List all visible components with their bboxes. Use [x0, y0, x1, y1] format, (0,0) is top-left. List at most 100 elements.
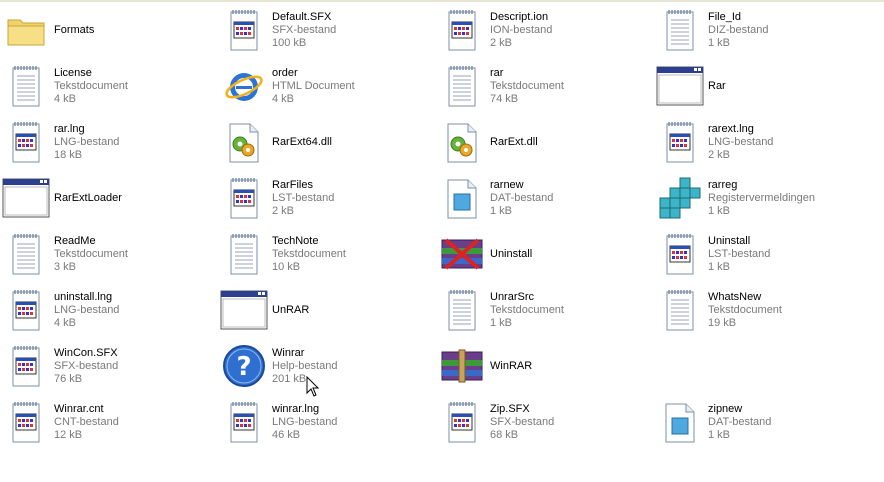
file-item[interactable]: ? Winrar Help-bestand 201 kB: [220, 340, 436, 392]
file-item[interactable]: Formats: [2, 4, 218, 56]
file-label: TechNote Tekstdocument 10 kB: [272, 235, 346, 274]
file-name: UnrarSrc: [490, 290, 535, 303]
file-name: Descript.ion: [490, 10, 549, 23]
file-item[interactable]: rar Tekstdocument 74 kB: [438, 60, 654, 112]
file-type: SFX-bestand: [272, 23, 337, 36]
file-type: Tekstdocument: [54, 247, 128, 260]
app-doc-icon: [656, 230, 704, 278]
file-size: 1 kB: [490, 204, 513, 217]
file-item[interactable]: Descript.ion ION-bestand 2 kB: [438, 4, 654, 56]
file-name: zipnew: [708, 402, 743, 415]
file-name: uninstall.lng: [54, 290, 113, 303]
file-type: HTML Document: [272, 79, 355, 92]
file-item[interactable]: WhatsNew Tekstdocument 19 kB: [656, 284, 872, 336]
file-size: 10 kB: [272, 260, 301, 273]
window-icon: [220, 286, 268, 334]
app-doc-icon: [438, 398, 486, 446]
app-doc-icon: [220, 398, 268, 446]
file-item[interactable]: winrar.lng LNG-bestand 46 kB: [220, 396, 436, 448]
file-item[interactable]: ReadMe Tekstdocument 3 kB: [2, 228, 218, 280]
file-label: RarFiles LST-bestand 2 kB: [272, 179, 334, 218]
file-name: Winrar: [272, 346, 305, 359]
file-item[interactable]: Winrar.cnt CNT-bestand 12 kB: [2, 396, 218, 448]
file-label: Formats: [54, 24, 94, 37]
file-size: 2 kB: [490, 36, 513, 49]
file-name: WinRAR: [490, 359, 533, 372]
app-doc-icon: [2, 286, 50, 334]
file-item[interactable]: uninstall.lng LNG-bestand 4 kB: [2, 284, 218, 336]
file-name: Zip.SFX: [490, 402, 530, 415]
file-size: 2 kB: [708, 148, 731, 161]
file-name: WinCon.SFX: [54, 346, 118, 359]
file-type: SFX-bestand: [54, 359, 119, 372]
file-item[interactable]: WinRAR: [438, 340, 654, 392]
file-item[interactable]: rar.lng LNG-bestand 18 kB: [2, 116, 218, 168]
file-label: Winrar.cnt CNT-bestand 12 kB: [54, 403, 119, 442]
file-item[interactable]: RarExtLoader: [2, 172, 218, 224]
file-label: ReadMe Tekstdocument 3 kB: [54, 235, 128, 274]
file-name: rarext.lng: [708, 122, 754, 135]
file-size: 19 kB: [708, 316, 737, 329]
file-item[interactable]: Default.SFX SFX-bestand 100 kB: [220, 4, 436, 56]
uninstall-icon: [438, 230, 486, 278]
file-item[interactable]: UnrarSrc Tekstdocument 1 kB: [438, 284, 654, 336]
file-name: Rar: [708, 79, 726, 92]
file-label: Uninstall LST-bestand 1 kB: [708, 235, 770, 274]
app-doc-icon: [220, 6, 268, 54]
file-item[interactable]: RarExt64.dll: [220, 116, 436, 168]
file-item[interactable]: File_Id DIZ-bestand 1 kB: [656, 4, 872, 56]
file-item[interactable]: rarreg Registervermeldingen 1 kB: [656, 172, 872, 224]
file-label: Rar: [708, 80, 726, 93]
file-type: DAT-bestand: [490, 191, 554, 204]
svg-text:?: ?: [236, 352, 251, 382]
file-label: rar.lng LNG-bestand 18 kB: [54, 123, 119, 162]
ie-icon: [220, 62, 268, 110]
file-type: LST-bestand: [272, 191, 335, 204]
file-label: uninstall.lng LNG-bestand 4 kB: [54, 291, 119, 330]
file-item[interactable]: rarnew DAT-bestand 1 kB: [438, 172, 654, 224]
file-size: 4 kB: [54, 316, 77, 329]
file-item[interactable]: Uninstall: [438, 228, 654, 280]
file-item[interactable]: Rar: [656, 60, 872, 112]
file-item[interactable]: Zip.SFX SFX-bestand 68 kB: [438, 396, 654, 448]
file-item[interactable]: Uninstall LST-bestand 1 kB: [656, 228, 872, 280]
file-type: LNG-bestand: [54, 135, 120, 148]
file-label: RarExt64.dll: [272, 136, 332, 149]
file-item[interactable]: License Tekstdocument 4 kB: [2, 60, 218, 112]
file-size: 76 kB: [54, 372, 83, 385]
file-name: Uninstall: [490, 247, 533, 260]
file-item[interactable]: rarext.lng LNG-bestand 2 kB: [656, 116, 872, 168]
file-label: WhatsNew Tekstdocument 19 kB: [708, 291, 782, 330]
file-type: LNG-bestand: [54, 303, 120, 316]
window-icon: [656, 62, 704, 110]
file-name: rarnew: [490, 178, 524, 191]
file-type: CNT-bestand: [54, 415, 119, 428]
file-label: WinCon.SFX SFX-bestand 76 kB: [54, 347, 118, 386]
file-label: UnrarSrc Tekstdocument 1 kB: [490, 291, 564, 330]
window-icon: [2, 174, 50, 222]
file-name: RarExtLoader: [54, 191, 122, 204]
text-doc-icon: [438, 62, 486, 110]
file-name: TechNote: [272, 234, 319, 247]
file-label: order HTML Document 4 kB: [272, 67, 355, 106]
file-item[interactable]: RarExt.dll: [438, 116, 654, 168]
file-name: RarFiles: [272, 178, 313, 191]
file-name: rar.lng: [54, 122, 85, 135]
file-type: ION-bestand: [490, 23, 553, 36]
top-border: [0, 0, 884, 2]
dll-icon: [220, 118, 268, 166]
file-item[interactable]: zipnew DAT-bestand 1 kB: [656, 396, 872, 448]
file-item[interactable]: TechNote Tekstdocument 10 kB: [220, 228, 436, 280]
file-item[interactable]: UnRAR: [220, 284, 436, 336]
file-item[interactable]: RarFiles LST-bestand 2 kB: [220, 172, 436, 224]
file-name: Formats: [54, 23, 95, 36]
file-item[interactable]: WinCon.SFX SFX-bestand 76 kB: [2, 340, 218, 392]
file-label: UnRAR: [272, 304, 309, 317]
file-item[interactable]: order HTML Document 4 kB: [220, 60, 436, 112]
file-size: 1 kB: [490, 316, 513, 329]
file-name: ReadMe: [54, 234, 96, 247]
file-label: rarext.lng LNG-bestand 2 kB: [708, 123, 773, 162]
file-label: rarreg Registervermeldingen 1 kB: [708, 179, 815, 218]
file-name: File_Id: [708, 10, 742, 23]
file-size: 2 kB: [272, 204, 295, 217]
